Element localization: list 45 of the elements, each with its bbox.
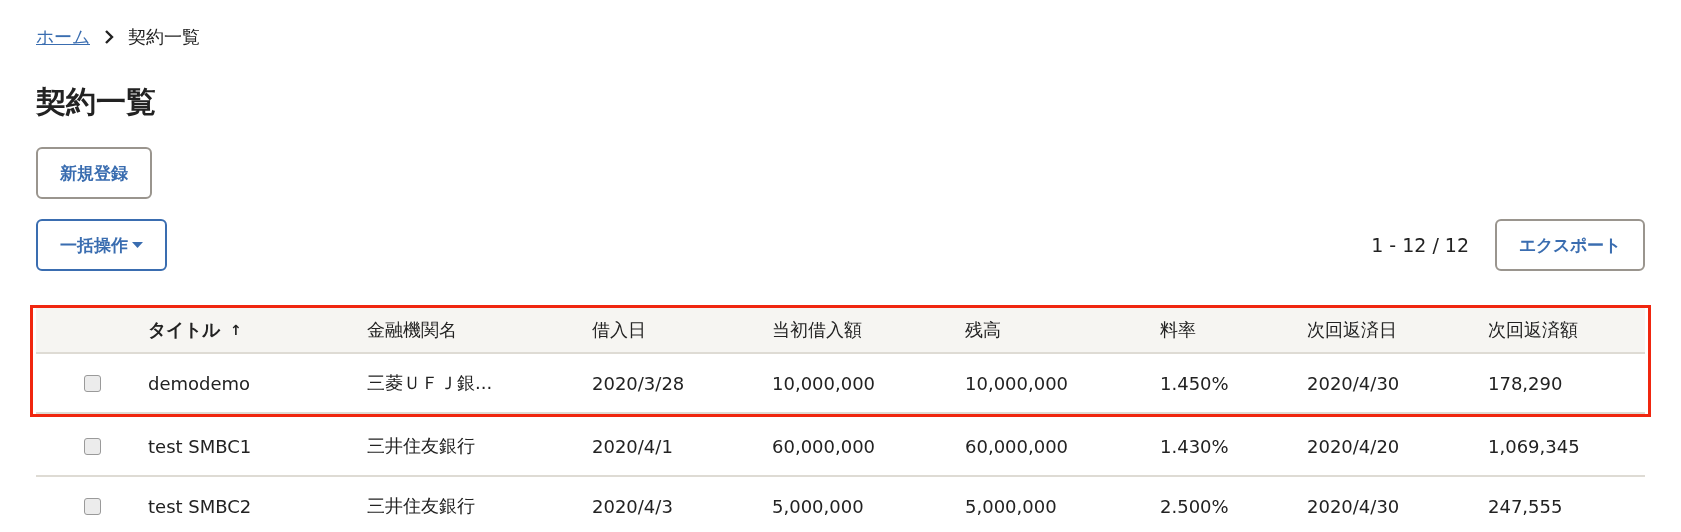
table-cell: 1.430% [1160, 435, 1229, 457]
table-cell: 2020/4/30 [1307, 495, 1400, 517]
table-cell: 2020/4/3 [592, 495, 673, 517]
column-header[interactable]: 残高 [965, 318, 1001, 342]
row-checkbox[interactable] [83, 497, 101, 515]
table-cell: 10,000,000 [772, 372, 876, 394]
table-cell: 三菱ＵＦＪ銀... [367, 371, 493, 395]
table-cell: 1.450% [1160, 372, 1229, 394]
table-cell: demodemo [148, 372, 251, 394]
bulk-action-button[interactable]: 一括操作 [36, 219, 167, 271]
column-header[interactable]: 次回返済日 [1307, 318, 1397, 342]
table-cell: 1,069,345 [1488, 435, 1580, 457]
table-cell: 60,000,000 [965, 435, 1069, 457]
sort-arrow: ↑ [230, 322, 242, 338]
table-cell: test SMBC2 [148, 495, 252, 517]
table-cell: 三井住友銀行 [367, 434, 475, 458]
column-header[interactable]: タイトル ↑ [148, 318, 242, 342]
new-button[interactable]: 新規登録 [36, 147, 152, 199]
column-header[interactable]: 金融機関名 [367, 318, 457, 342]
table-cell: 5,000,000 [965, 495, 1057, 517]
caret-icon [132, 242, 143, 248]
table-cell: 10,000,000 [965, 372, 1069, 394]
column-header[interactable]: 借入日 [592, 318, 646, 342]
column-header[interactable]: 当初借入額 [772, 318, 862, 342]
column-header[interactable]: 料率 [1160, 318, 1196, 342]
export-button[interactable]: エクスポート [1495, 219, 1645, 271]
table-cell: 2020/4/30 [1307, 372, 1400, 394]
table-cell: 2020/4/20 [1307, 435, 1400, 457]
table-cell: 2020/3/28 [592, 372, 685, 394]
table-cell: 三井住友銀行 [367, 494, 475, 518]
chevron-right-icon [104, 30, 114, 44]
row-checkbox[interactable] [83, 374, 101, 392]
table-cell: 247,555 [1488, 495, 1563, 517]
result-count: 1 - 12 / 12 [1371, 234, 1469, 256]
table-cell: 2.500% [1160, 495, 1229, 517]
row-checkbox[interactable] [83, 437, 101, 455]
table-cell: 60,000,000 [772, 435, 876, 457]
breadcrumb-current: 契約一覧 [128, 25, 200, 49]
breadcrumb-link[interactable]: ホーム [36, 25, 90, 49]
table-cell: 5,000,000 [772, 495, 864, 517]
table-cell: 2020/4/1 [592, 435, 673, 457]
column-header[interactable]: 次回返済額 [1488, 318, 1578, 342]
table-cell: 178,290 [1488, 372, 1563, 394]
page-title: 契約一覧 [36, 83, 157, 121]
table-cell: test SMBC1 [148, 435, 252, 457]
